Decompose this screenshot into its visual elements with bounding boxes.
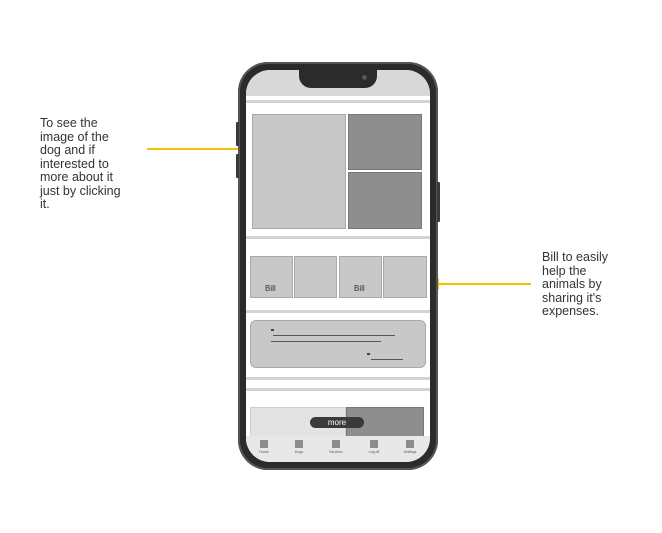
bill-card-label: Bill [354, 284, 365, 293]
annotation-bill: Bill to easily help the animals by shari… [542, 250, 608, 318]
text-line [271, 341, 381, 342]
tab-label: Settings [403, 450, 417, 454]
tab-settings[interactable]: Settings [400, 440, 420, 458]
tab-label: Home [259, 450, 269, 454]
dogs-icon [295, 440, 303, 448]
phone-screen: Bill Bill more Home Dogs Services Log of… [246, 70, 430, 462]
bill-card-label: Bill [265, 284, 276, 293]
info-card[interactable] [250, 320, 426, 368]
bill-card[interactable]: Bill [339, 256, 382, 298]
home-icon [260, 440, 268, 448]
more-icon [406, 440, 414, 448]
section-divider [246, 388, 430, 391]
volume-down-button [236, 154, 239, 178]
log-off-icon [370, 440, 378, 448]
text-line [273, 335, 395, 336]
notch [299, 70, 377, 88]
phone-frame: Bill Bill more Home Dogs Services Log of… [236, 62, 440, 470]
tab-label: Dogs [294, 450, 304, 454]
section-divider [246, 377, 430, 380]
power-button [437, 182, 440, 222]
bullet-dot [367, 353, 370, 355]
dog-image-top-right[interactable] [348, 114, 422, 170]
header-divider [246, 100, 430, 103]
tab-label: Log off [368, 450, 380, 454]
bill-card[interactable]: Bill [250, 256, 293, 298]
volume-up-button [236, 122, 239, 146]
bullet-dot [271, 329, 274, 331]
dog-image-bottom-right[interactable] [348, 172, 422, 229]
tab-services[interactable]: Services [326, 440, 346, 458]
gallery-divider [246, 236, 430, 239]
more-button[interactable]: more [310, 417, 364, 428]
bill-divider [246, 310, 430, 313]
tab-label: Services [329, 450, 343, 454]
camera-icon [362, 75, 367, 80]
tab-home[interactable]: Home [254, 440, 274, 458]
annotation-dog-image: To see the image of the dog and if inter… [40, 116, 121, 211]
dog-image-main[interactable] [252, 114, 346, 229]
tab-log-off[interactable]: Log off [364, 440, 384, 458]
bill-card[interactable] [383, 256, 427, 298]
text-line [371, 359, 403, 360]
arrow-to-bill-row [437, 283, 531, 285]
bill-card[interactable] [294, 256, 337, 298]
tab-dogs[interactable]: Dogs [289, 440, 309, 458]
arrow-to-dog-image [147, 148, 239, 150]
services-icon [332, 440, 340, 448]
bottom-tab-bar: Home Dogs Services Log off Settings [246, 436, 430, 462]
